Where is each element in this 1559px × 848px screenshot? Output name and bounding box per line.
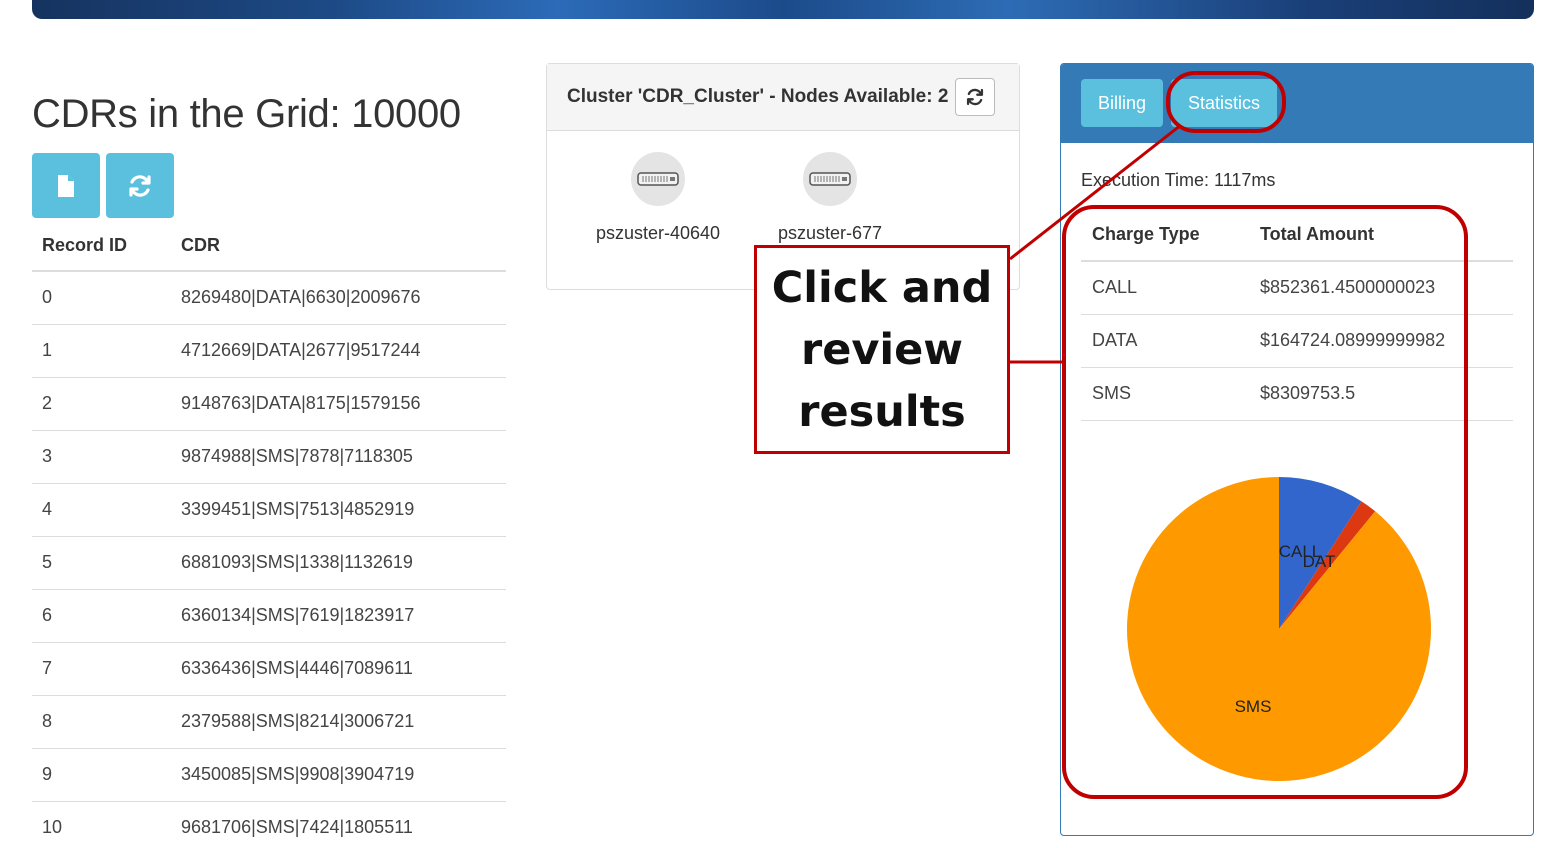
cluster-node[interactable]: pszuster-677 — [750, 152, 910, 244]
cdr-value: 2379588|SMS|8214|3006721 — [171, 695, 506, 749]
refresh-icon — [966, 88, 984, 106]
record-id: 3 — [32, 430, 171, 484]
cdr-table: Record ID CDR 0 8269480|DATA|6630|2009676… — [32, 220, 506, 848]
record-id: 5 — [32, 536, 171, 590]
table-row[interactable]: 5 6881093|SMS|1338|1132619 — [32, 536, 506, 590]
column-header: CDR — [171, 220, 506, 272]
record-id: 6 — [32, 589, 171, 643]
cluster-node[interactable]: pszuster-40640 — [578, 152, 738, 244]
cdr-value: 8269480|DATA|6630|2009676 — [171, 271, 506, 325]
table-row[interactable]: 3 9874988|SMS|7878|7118305 — [32, 430, 506, 484]
table-row[interactable]: 0 8269480|DATA|6630|2009676 — [32, 271, 506, 325]
table-row[interactable]: 7 6336436|SMS|4446|7089611 — [32, 642, 506, 696]
server-icon — [803, 152, 857, 206]
cdr-value: 9681706|SMS|7424|1805511 — [171, 801, 506, 848]
cluster-refresh-button[interactable] — [955, 78, 995, 116]
top-banner — [32, 0, 1534, 19]
table-row[interactable]: 8 2379588|SMS|8214|3006721 — [32, 695, 506, 749]
refresh-icon — [129, 174, 151, 197]
record-id: 0 — [32, 271, 171, 325]
cdr-value: 4712669|DATA|2677|9517244 — [171, 324, 506, 378]
callout-text: Click and review results — [754, 245, 1010, 454]
cdr-value: 6881093|SMS|1338|1132619 — [171, 536, 506, 590]
pie-label-sms: SMS — [1235, 697, 1272, 716]
server-icon — [631, 152, 685, 206]
node-name: pszuster-677 — [777, 223, 883, 243]
cluster-panel-header: Cluster 'CDR_Cluster' - Nodes Available:… — [547, 64, 1019, 131]
cluster-title: Cluster 'CDR_Cluster' - Nodes Available:… — [567, 86, 949, 107]
record-id: 1 — [32, 324, 171, 378]
cdr-value: 9874988|SMS|7878|7118305 — [171, 430, 506, 484]
table-row[interactable]: 10 9681706|SMS|7424|1805511 — [32, 801, 506, 848]
record-id: 8 — [32, 695, 171, 749]
record-id: 4 — [32, 483, 171, 537]
cdr-value: 6360134|SMS|7619|1823917 — [171, 589, 506, 643]
table-row[interactable]: 1 4712669|DATA|2677|9517244 — [32, 324, 506, 378]
table-row[interactable]: 9 3450085|SMS|9908|3904719 — [32, 748, 506, 802]
page-title: CDRs in the Grid: 10000 — [32, 92, 461, 136]
column-header: Record ID — [32, 220, 171, 272]
record-id: 9 — [32, 748, 171, 802]
record-id: 7 — [32, 642, 171, 696]
record-id: 2 — [32, 377, 171, 431]
cdr-value: 3399451|SMS|7513|4852919 — [171, 483, 506, 537]
node-name: pszuster-40640 — [595, 223, 721, 243]
cdr-value: 6336436|SMS|4446|7089611 — [171, 642, 506, 696]
pie-chart: CALLDATSMS — [1127, 477, 1431, 781]
file-icon — [58, 174, 74, 197]
pie-label-data: DAT — [1303, 552, 1336, 571]
cdr-value: 9148763|DATA|8175|1579156 — [171, 377, 506, 431]
table-row[interactable]: 4 3399451|SMS|7513|4852919 — [32, 483, 506, 537]
statistics-panel: Billing Statistics Execution Time: 1117m… — [1060, 63, 1534, 836]
refresh-grid-button[interactable] — [106, 153, 174, 218]
table-header-row: Record ID CDR — [32, 220, 506, 272]
table-row[interactable]: 6 6360134|SMS|7619|1823917 — [32, 589, 506, 643]
table-row[interactable]: 2 9148763|DATA|8175|1579156 — [32, 377, 506, 431]
new-file-button[interactable] — [32, 153, 100, 218]
cdr-value: 3450085|SMS|9908|3904719 — [171, 748, 506, 802]
pie-slice-sms — [1127, 477, 1431, 781]
record-id: 10 — [32, 801, 171, 848]
